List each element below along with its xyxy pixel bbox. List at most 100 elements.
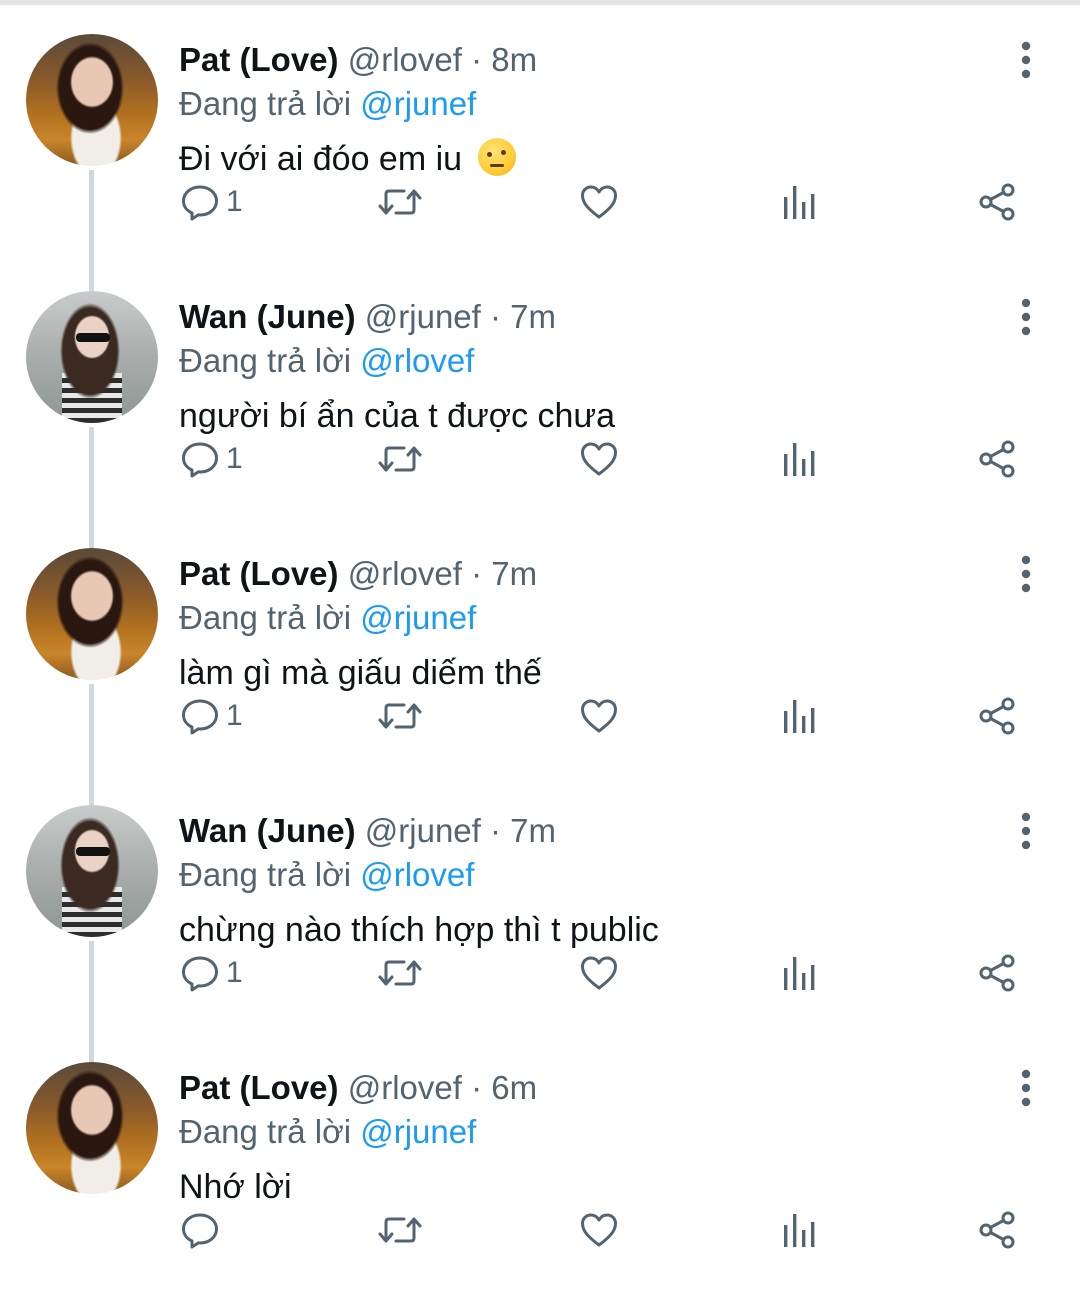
heart-icon [581,699,617,733]
more-vertical-icon [1021,555,1031,593]
reply-button[interactable]: 1 [180,172,243,232]
share-icon [979,183,1015,221]
author-name[interactable]: Pat (Love) [179,41,348,78]
author-name[interactable]: Pat (Love) [179,555,348,592]
tweet-time[interactable]: 6m [491,1069,537,1106]
views-button[interactable] [779,429,819,489]
views-button[interactable] [779,172,819,232]
replying-to-line: Đang trả lời @rjunef [179,1110,476,1154]
reply-icon [182,442,218,478]
replying-to-line: Đang trả lời @rlovef [179,853,474,897]
share-button[interactable] [977,172,1017,232]
retweet-button[interactable] [378,1200,422,1260]
author-handle[interactable]: @rlovef [348,41,471,78]
heart-icon [581,956,617,990]
tweet[interactable]: Pat (Love) @rlovef · 8m Đang trả lời @rj… [0,0,1080,257]
retweet-button[interactable] [378,943,422,1003]
separator: · [490,298,511,335]
author-name[interactable]: Wan (June) [179,812,365,849]
retweet-icon [378,446,422,472]
author-name[interactable]: Pat (Love) [179,1069,348,1106]
heart-icon [581,185,617,219]
tweet-header: Pat (Love) @rlovef · 7m [179,552,537,596]
views-button[interactable] [779,1200,819,1260]
separator: · [471,1069,492,1106]
replying-to-line: Đang trả lời @rjunef [179,82,476,126]
more-options-button[interactable] [1010,811,1042,851]
avatar-june[interactable] [26,805,158,937]
reply-count: 1 [226,956,243,989]
replying-to-mention[interactable]: @rlovef [360,342,474,379]
more-options-button[interactable] [1010,1068,1042,1108]
author-name[interactable]: Wan (June) [179,298,365,335]
heart-icon [581,1213,617,1247]
tweet-time[interactable]: 7m [491,555,537,592]
reply-icon [182,1213,218,1249]
replying-to-line: Đang trả lời @rlovef [179,339,474,383]
reply-button[interactable]: 1 [180,686,243,746]
share-icon [979,1211,1015,1249]
replying-to-mention[interactable]: @rjunef [360,85,476,122]
tweet[interactable]: Wan (June) @rjunef · 7m Đang trả lời @rl… [0,257,1080,514]
author-handle[interactable]: @rlovef [348,1069,471,1106]
author-handle[interactable]: @rlovef [348,555,471,592]
reply-button[interactable]: 1 [180,943,243,1003]
reply-icon [182,956,218,992]
reply-count: 1 [226,699,243,732]
share-icon [979,440,1015,478]
author-handle[interactable]: @rjunef [365,298,490,335]
tweet[interactable]: Wan (June) @rjunef · 7m Đang trả lời @rl… [0,771,1080,1028]
author-handle[interactable]: @rjunef [365,812,490,849]
tweet[interactable]: Pat (Love) @rlovef · 7m Đang trả lời @rj… [0,514,1080,771]
tweet-header: Wan (June) @rjunef · 7m [179,809,556,853]
replying-to-label: Đang trả lời [179,85,361,122]
avatar-love[interactable] [26,1062,158,1194]
reply-button[interactable] [180,1200,226,1260]
tweet-actions: 1 [0,429,1080,489]
share-icon [979,697,1015,735]
reply-button[interactable]: 1 [180,429,243,489]
avatar-love[interactable] [26,34,158,166]
like-button[interactable] [579,1200,619,1260]
share-button[interactable] [977,943,1017,1003]
replying-to-mention[interactable]: @rjunef [360,599,476,636]
like-button[interactable] [579,172,619,232]
views-button[interactable] [779,943,819,1003]
more-options-button[interactable] [1010,40,1042,80]
share-button[interactable] [977,686,1017,746]
retweet-button[interactable] [378,686,422,746]
more-options-button[interactable] [1010,297,1042,337]
tweet-time[interactable]: 7m [510,812,556,849]
views-button[interactable] [779,686,819,746]
avatar-june[interactable] [26,291,158,423]
reply-icon [182,185,218,221]
avatar-love[interactable] [26,548,158,680]
separator: · [490,812,511,849]
replying-to-mention[interactable]: @rjunef [360,1113,476,1150]
like-button[interactable] [579,943,619,1003]
more-vertical-icon [1021,1069,1031,1107]
retweet-icon [378,703,422,729]
tweet[interactable]: Pat (Love) @rlovef · 6m Đang trả lời @rj… [0,1028,1080,1285]
retweet-button[interactable] [378,429,422,489]
separator: · [471,555,492,592]
analytics-icon [784,957,815,990]
share-button[interactable] [977,1200,1017,1260]
tweet-actions: 1 [0,172,1080,232]
tweet-time[interactable]: 8m [491,41,537,78]
tweet-header: Wan (June) @rjunef · 7m [179,295,556,339]
replying-to-mention[interactable]: @rlovef [360,856,474,893]
share-button[interactable] [977,429,1017,489]
separator: · [471,41,492,78]
like-button[interactable] [579,686,619,746]
retweet-icon [378,1217,422,1243]
retweet-button[interactable] [378,172,422,232]
tweet-actions: 1 [0,943,1080,1003]
tweet-time[interactable]: 7m [510,298,556,335]
more-vertical-icon [1021,41,1031,79]
more-options-button[interactable] [1010,554,1042,594]
avatar-sunglasses [76,333,110,342]
analytics-icon [784,443,815,476]
more-vertical-icon [1021,298,1031,336]
like-button[interactable] [579,429,619,489]
